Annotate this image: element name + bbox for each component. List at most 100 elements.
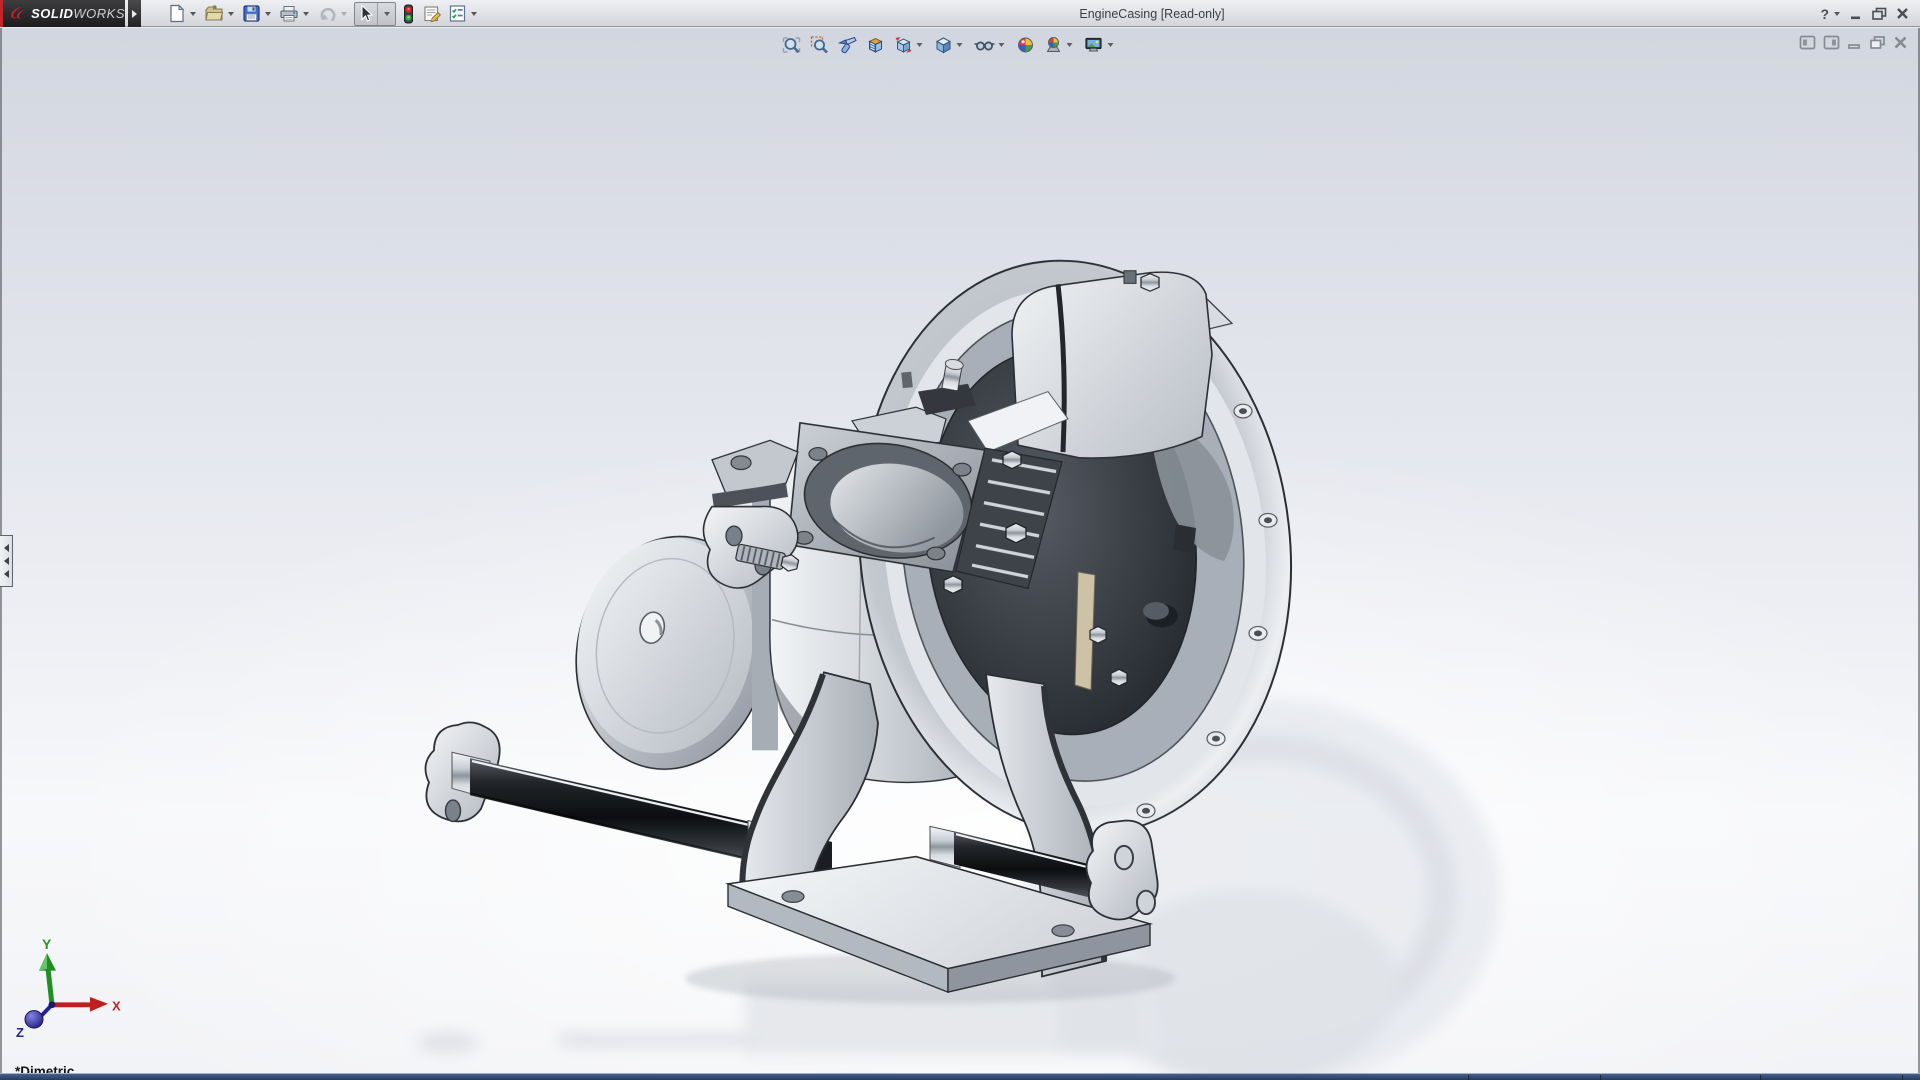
print-dropdown-icon[interactable] [303,11,309,16]
select-button[interactable] [354,1,396,26]
display-style-button[interactable] [932,35,968,55]
zoom-to-fit-button[interactable] [780,35,804,55]
file-properties-button[interactable] [421,2,443,26]
close-button[interactable] [1895,6,1910,21]
view-settings-button[interactable] [1082,35,1119,55]
save-floppy-icon [243,5,260,22]
undo-button[interactable] [316,2,350,26]
brand-solid: SOLID [31,6,74,21]
zoom-to-area-button[interactable] [808,35,832,55]
status-separator [1600,1075,1601,1080]
select-cursor-icon [361,4,374,22]
view-orientation-icon [895,37,912,53]
restore-button[interactable] [1871,6,1888,21]
status-separator [1902,1075,1903,1080]
flange-hole [926,546,946,561]
toggle-right-pane-button[interactable] [1823,35,1840,50]
headsup-view-toolbar [778,33,1121,57]
appearance-ball-icon [1018,37,1033,53]
apply-scene-dropdown-icon[interactable] [1066,43,1073,47]
brand-text: SOLIDWORKS [31,6,125,21]
close-document-button[interactable] [1893,35,1908,50]
mount-lug[interactable] [702,439,800,589]
section-view-button[interactable] [864,35,888,55]
title-bar: SOLIDWORKS EngineCasing [Read-only] ? [0,0,1920,27]
flange-hole [808,447,828,461]
view-orientation-button[interactable] [892,35,928,55]
printer-icon [280,6,298,22]
fin-hex-bolt [943,575,963,595]
display-style-icon [935,37,952,54]
options-button[interactable] [447,2,480,26]
flyout-arrow-icon [132,9,137,18]
status-separator [1760,1075,1761,1080]
reference-triad: Y X Z [16,936,121,1040]
undo-arrow-icon [320,7,336,22]
help-icon: ? [1820,5,1829,22]
zoom-to-area-icon [810,36,828,54]
collapse-arrow-icon [3,544,9,552]
ds-swoosh-icon [11,6,26,18]
section-view-icon [868,37,883,53]
help-dropdown-icon[interactable] [1834,11,1840,16]
triad-z-ball [24,1010,44,1029]
view-settings-dropdown-icon[interactable] [1107,43,1114,47]
display-style-dropdown-icon[interactable] [956,43,963,47]
triad-z-label: Z [16,1025,24,1040]
hide-show-dropdown-icon[interactable] [998,43,1005,47]
view-orientation-dropdown-icon[interactable] [916,43,923,47]
fin-hex-bolt [1005,522,1027,544]
apply-scene-button[interactable] [1042,35,1078,55]
internal-hex-bolt [1110,668,1128,687]
undo-dropdown-icon[interactable] [341,11,347,16]
save-dropdown-icon[interactable] [265,11,271,16]
help-button[interactable]: ? [1820,6,1842,22]
select-dropdown[interactable] [377,2,394,25]
solidworks-logo[interactable]: SOLIDWORKS [0,0,125,27]
menu-flyout-button[interactable] [128,0,141,27]
document-title: EngineCasing [Read-only] [1079,6,1225,21]
status-bar [0,1073,1920,1080]
left-axle-rod [470,758,770,866]
apply-scene-icon [1046,37,1061,52]
collapse-arrow-icon [3,570,9,578]
new-document-button[interactable] [166,2,199,26]
open-button[interactable] [203,2,237,26]
base-hole [781,890,805,904]
minimize-button[interactable] [1849,6,1864,21]
open-dropdown-icon[interactable] [228,11,234,16]
options-checklist-icon [449,5,466,22]
rebuild-button[interactable] [400,2,417,26]
carb-flange[interactable] [787,421,986,573]
open-folder-icon [205,5,224,21]
edit-appearance-button[interactable] [1014,35,1038,55]
base-hole [1051,924,1075,938]
minimize-document-button[interactable] [1847,35,1862,50]
toggle-left-pane-button[interactable] [1799,35,1816,50]
graphics-viewport[interactable]: Y X Z *Dimetric [0,28,1920,1079]
cover-hex-bolt [1140,273,1160,292]
hide-show-items-button[interactable] [972,35,1010,55]
previous-view-icon [837,36,857,54]
triad-y-label: Y [42,936,51,952]
new-dropdown-icon[interactable] [190,11,196,16]
flange-hole [952,462,972,477]
main-toolbar [164,1,482,26]
previous-view-button[interactable] [836,35,860,55]
print-button[interactable] [278,2,312,26]
status-separator [1468,1075,1469,1080]
traffic-light-icon [404,4,413,23]
note-pencil-icon [424,6,442,23]
restore-document-button[interactable] [1869,35,1886,50]
save-button[interactable] [241,2,274,26]
internal-hex-bolt [1089,625,1107,644]
eyeglasses-icon [974,41,995,51]
window-controls: ? [1820,0,1910,27]
feature-tree-collapse-tab[interactable] [0,535,13,587]
collapse-arrow-icon [3,557,9,565]
select-dropdown-icon [384,11,390,16]
options-dropdown-icon[interactable] [471,11,477,16]
triad-x-label: X [112,999,121,1014]
view-settings-icon [1085,37,1102,52]
engine-casing-model[interactable]: Y X Z [0,28,1920,1073]
